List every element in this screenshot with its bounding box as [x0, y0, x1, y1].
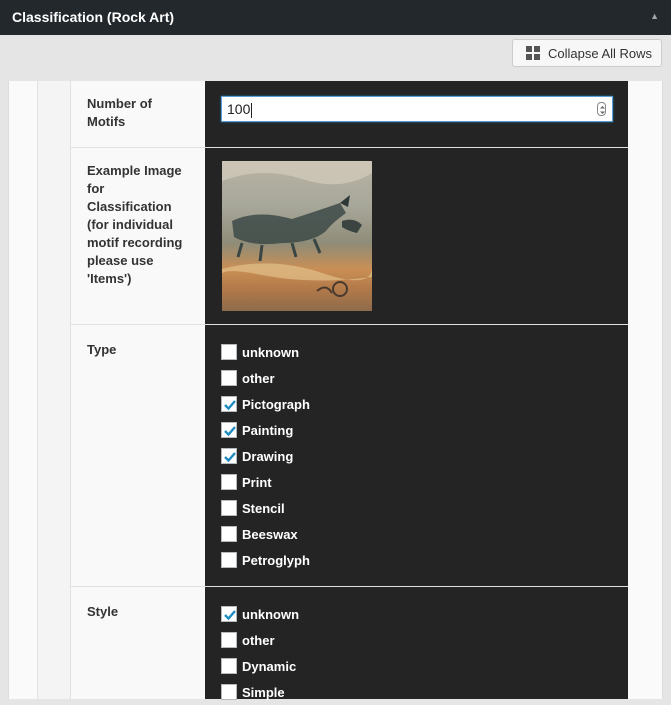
type-checkbox-list: unknown other Pictograph Painting Drawing Pri…	[221, 339, 310, 573]
checkbox[interactable]	[221, 606, 237, 622]
checkbox-label: unknown	[242, 606, 300, 622]
field-row-motifs: Number of Motifs 100	[71, 81, 628, 147]
checkbox[interactable]	[221, 658, 237, 674]
panel-title: Classification (Rock Art)	[12, 9, 175, 25]
checkbox-option[interactable]: Painting	[221, 417, 310, 443]
checkbox-label: Painting	[242, 422, 294, 438]
field-label-motifs: Number of Motifs	[71, 81, 205, 147]
field-label-style: Style	[71, 587, 205, 699]
checkbox[interactable]	[221, 344, 237, 360]
checkbox[interactable]	[221, 370, 237, 386]
field-area-style: unknown other Dynamic Simple	[205, 587, 628, 700]
checkbox-option[interactable]: Dynamic	[221, 653, 299, 679]
checkbox-label: other	[242, 370, 275, 386]
checkbox-label: Dynamic	[242, 658, 297, 674]
checkbox[interactable]	[221, 684, 237, 700]
checkbox-option[interactable]: Pictograph	[221, 391, 310, 417]
checkbox-label: Print	[242, 474, 272, 490]
panel-header[interactable]: Classification (Rock Art) ▲	[0, 0, 671, 35]
field-label-image: Example Image for Classification (for in…	[71, 148, 205, 324]
motifs-number-input[interactable]: 100	[221, 96, 613, 122]
checkbox-label: Beeswax	[242, 526, 298, 542]
checkbox-option[interactable]: Stencil	[221, 495, 310, 521]
row-handle[interactable]	[37, 81, 71, 699]
checkbox-label: unknown	[242, 344, 300, 360]
checkbox-label: Petroglyph	[242, 552, 310, 568]
checkbox-option[interactable]: unknown	[221, 601, 299, 627]
field-row-type: Type unknown other Pictograph Painting Drawi…	[71, 325, 628, 586]
checkbox-option[interactable]: Simple	[221, 679, 299, 705]
number-spinner-icon[interactable]	[597, 102, 606, 116]
field-area-image	[205, 148, 628, 324]
checkbox-label: Simple	[242, 684, 285, 700]
checkbox-option[interactable]: Print	[221, 469, 310, 495]
checkbox-option[interactable]: Petroglyph	[221, 547, 310, 573]
field-row-image: Example Image for Classification (for in…	[71, 148, 628, 324]
collapse-all-rows-button[interactable]: Collapse All Rows	[512, 39, 662, 67]
motifs-input-value: 100	[227, 101, 251, 117]
field-row-style: Style unknown other Dynamic Simple	[71, 587, 628, 700]
checkbox[interactable]	[221, 552, 237, 568]
field-area-type: unknown other Pictograph Painting Drawing Pri…	[205, 325, 628, 586]
checkbox[interactable]	[221, 526, 237, 542]
checkbox-label: Stencil	[242, 500, 285, 516]
checkbox-label: Drawing	[242, 448, 294, 464]
checkbox[interactable]	[221, 632, 237, 648]
field-label-type: Type	[71, 325, 205, 586]
checkbox-option[interactable]: other	[221, 627, 299, 653]
checkbox[interactable]	[221, 422, 237, 438]
checkbox-option[interactable]: unknown	[221, 339, 310, 365]
field-area-motifs: 100	[205, 81, 628, 147]
checkbox[interactable]	[221, 474, 237, 490]
checkbox-label: Pictograph	[242, 396, 310, 412]
checkbox-label: other	[242, 632, 275, 648]
checkbox[interactable]	[221, 500, 237, 516]
toolbar: Collapse All Rows	[0, 35, 671, 81]
rock-art-image[interactable]	[222, 161, 372, 311]
checkbox[interactable]	[221, 396, 237, 412]
collapse-arrow-icon[interactable]: ▲	[650, 11, 659, 21]
checkbox[interactable]	[221, 448, 237, 464]
collapse-all-rows-label: Collapse All Rows	[548, 45, 653, 61]
grid-icon	[526, 46, 540, 60]
checkbox-option[interactable]: Drawing	[221, 443, 310, 469]
style-checkbox-list: unknown other Dynamic Simple	[221, 601, 299, 705]
checkbox-option[interactable]: other	[221, 365, 310, 391]
checkbox-option[interactable]: Beeswax	[221, 521, 310, 547]
